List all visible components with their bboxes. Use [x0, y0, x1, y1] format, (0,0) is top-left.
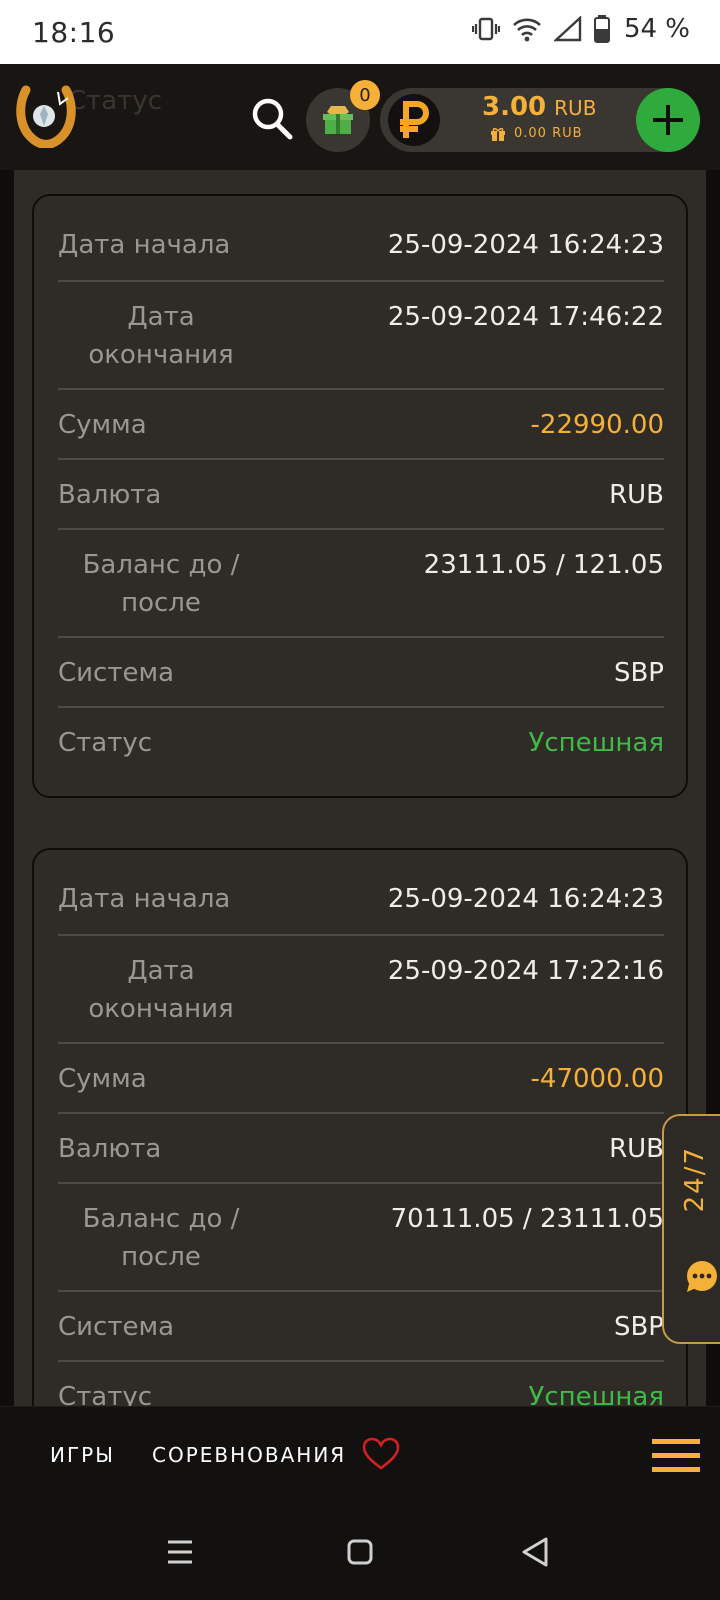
- gift-box-icon: [323, 106, 353, 134]
- row-status: Статус Успешная: [58, 1362, 664, 1406]
- row-end-date: Дата окончания 25-09-2024 17:46:22: [58, 282, 664, 390]
- row-start-date: Дата начала 25-09-2024 16:24:23: [58, 864, 664, 936]
- row-value: 23111.05 / 121.05: [423, 550, 664, 580]
- transaction-card: Дата начала 25-09-2024 16:24:23 Дата око…: [32, 848, 688, 1406]
- plus-icon: [653, 105, 683, 135]
- row-value: -47000.00: [530, 1064, 664, 1094]
- battery-icon: [593, 15, 610, 43]
- system-navigation-bar: [0, 1506, 720, 1600]
- row-label: Дата окончания: [88, 956, 234, 1024]
- bonus-balance-value: 0.00 RUB: [514, 126, 583, 141]
- row-label: Система: [58, 1312, 175, 1342]
- hamburger-menu-icon[interactable]: [652, 1439, 700, 1473]
- row-value: 70111.05 / 23111.05: [390, 1204, 664, 1234]
- support-chat-tab[interactable]: 24/7: [662, 1114, 720, 1344]
- row-value: RUB: [609, 1134, 664, 1164]
- row-label: Дата окончания: [88, 302, 234, 370]
- signal-icon: [553, 16, 582, 42]
- nav-games[interactable]: ИГРЫ: [50, 1443, 115, 1467]
- row-value: 25-09-2024 16:24:23: [387, 230, 664, 260]
- balance-currency: RUB: [554, 96, 597, 120]
- row-label: Баланс до / после: [82, 1204, 240, 1272]
- transactions-panel[interactable]: Дата начала 25-09-2024 16:24:23 Дата око…: [14, 170, 706, 1406]
- support-chat-label: 24/7: [680, 1146, 710, 1213]
- row-value: -22990.00: [530, 410, 664, 440]
- row-system: Система SBP: [58, 1292, 664, 1362]
- gift-count-badge: 0: [350, 80, 380, 110]
- row-value: 25-09-2024 16:24:23: [387, 884, 664, 914]
- row-value: RUB: [609, 480, 664, 510]
- row-currency: Валюта RUB: [58, 1114, 664, 1184]
- status-bar: 18:16 54 %: [0, 0, 720, 64]
- row-end-date: Дата окончания 25-09-2024 17:22:16: [58, 936, 664, 1044]
- row-balance: Баланс до / после 23111.05 / 121.05: [58, 530, 664, 638]
- row-amount: Сумма -22990.00: [58, 390, 664, 460]
- row-label: Дата начала: [58, 230, 231, 260]
- bottom-navigation: ИГРЫ СОРЕВНОВАНИЯ: [0, 1406, 720, 1506]
- row-system: Система SBP: [58, 638, 664, 708]
- row-label: Статус: [58, 1382, 153, 1406]
- row-balance: Баланс до / после 70111.05 / 23111.05: [58, 1184, 664, 1292]
- favorites-heart-icon[interactable]: [362, 1437, 400, 1471]
- row-value: 25-09-2024 17:46:22: [387, 302, 664, 332]
- app-header: Статус 0 3.00 RUB 0.00 RUB: [0, 64, 720, 170]
- row-value: SBP: [613, 1312, 664, 1342]
- row-label: Валюта: [58, 480, 162, 510]
- row-label: Валюта: [58, 1134, 162, 1164]
- row-label: Сумма: [58, 410, 147, 440]
- ruble-coin-icon: [388, 94, 440, 146]
- row-value: 25-09-2024 17:22:16: [387, 956, 664, 986]
- deposit-add-button[interactable]: [636, 88, 700, 152]
- bonus-gift-icon: [491, 127, 505, 141]
- row-currency: Валюта RUB: [58, 460, 664, 530]
- search-icon[interactable]: [250, 96, 296, 142]
- row-label: Сумма: [58, 1064, 147, 1094]
- balance-amount: 3.00: [482, 92, 547, 122]
- bonus-balance: 0.00 RUB: [490, 126, 583, 141]
- chat-bubble-icon: [687, 1261, 717, 1292]
- row-label: Статус: [58, 728, 153, 758]
- row-label: Дата начала: [58, 884, 231, 914]
- row-start-date: Дата начала 25-09-2024 16:24:23: [58, 210, 664, 282]
- status-value: Успешная: [528, 1382, 665, 1406]
- back-icon[interactable]: [516, 1532, 556, 1572]
- wifi-icon: [513, 18, 541, 42]
- status-value: Успешная: [528, 728, 665, 758]
- battery-percent: 54 %: [623, 14, 690, 44]
- transaction-card: Дата начала 25-09-2024 16:24:23 Дата око…: [32, 194, 688, 798]
- vibrate-icon: [471, 17, 500, 41]
- row-status: Статус Успешная: [58, 708, 664, 778]
- balance-main: 3.00 RUB: [482, 92, 596, 122]
- status-time: 18:16: [32, 16, 116, 49]
- row-label: Баланс до / после: [82, 550, 240, 618]
- home-icon[interactable]: [340, 1532, 380, 1572]
- status-icons: 54 %: [471, 14, 690, 44]
- nav-competitions[interactable]: СОРЕВНОВАНИЯ: [152, 1443, 346, 1467]
- row-value: SBP: [613, 658, 664, 688]
- scrolled-title-ghost: Статус: [68, 86, 163, 116]
- recent-apps-icon[interactable]: [160, 1532, 200, 1572]
- horseshoe-logo-icon[interactable]: [16, 84, 76, 148]
- row-amount: Сумма -47000.00: [58, 1044, 664, 1114]
- row-label: Система: [58, 658, 175, 688]
